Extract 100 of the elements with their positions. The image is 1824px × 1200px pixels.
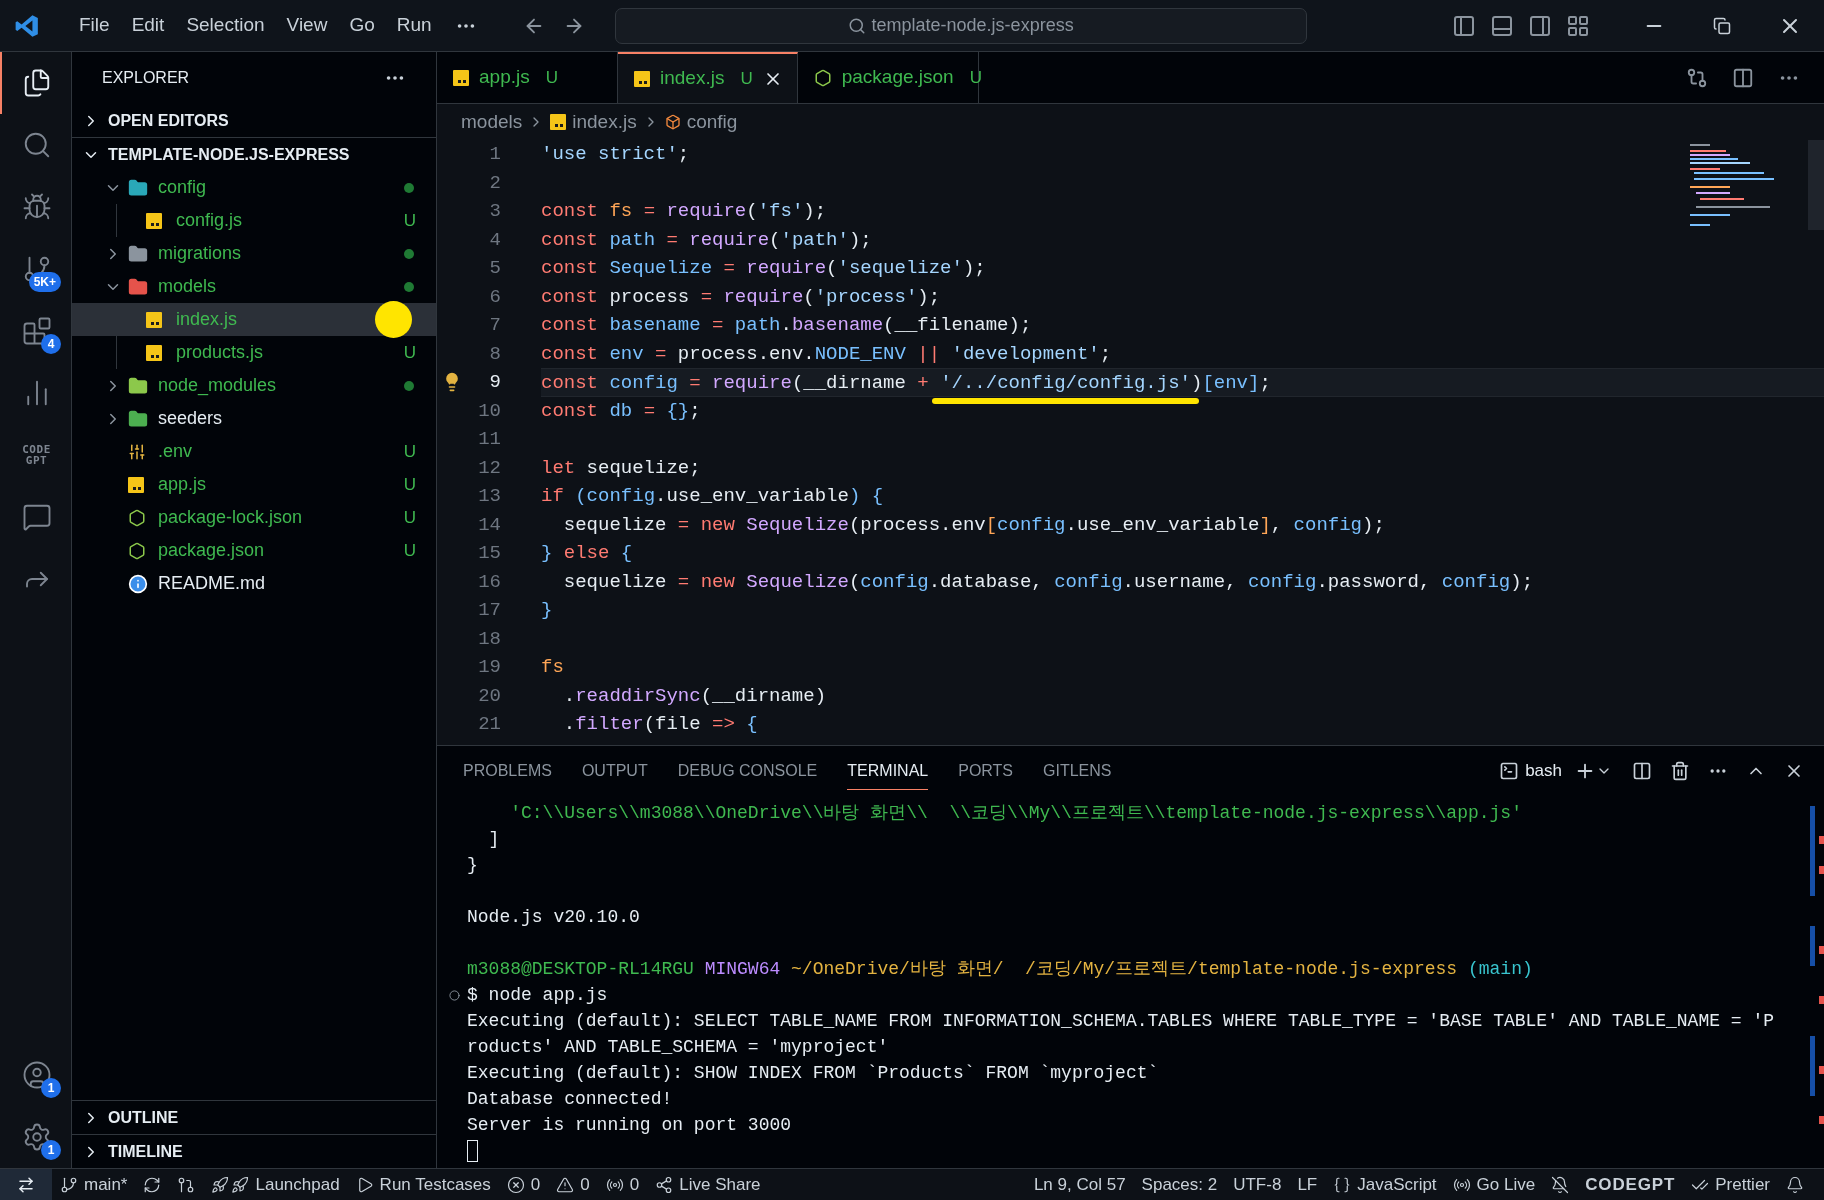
- sidebar-title: EXPLORER: [102, 68, 190, 88]
- section-header[interactable]: TEMPLATE-NODE.JS-EXPRESS: [72, 138, 436, 171]
- terminal-line: }: [467, 854, 478, 877]
- restore-icon[interactable]: [1713, 16, 1731, 35]
- section-header[interactable]: TIMELINE: [72, 1135, 436, 1168]
- menu-item[interactable]: View: [275, 11, 339, 40]
- panel-tab[interactable]: DEBUG CONSOLE: [677, 752, 818, 790]
- line-number: 21: [477, 712, 501, 737]
- status-item[interactable]: Spaces: 2: [1133, 1169, 1226, 1200]
- tree-item[interactable]: index.js: [72, 303, 436, 336]
- line-number: 1: [488, 142, 501, 167]
- code-line: let sequelize;: [541, 455, 701, 481]
- branch-icon: [60, 1175, 78, 1194]
- layout-icon[interactable]: [1566, 13, 1590, 38]
- status-item[interactable]: CODEGPT: [1577, 1169, 1684, 1200]
- status-item[interactable]: Launchpad: [203, 1169, 348, 1200]
- editor-tab[interactable]: index.js U: [618, 52, 798, 103]
- menu-item[interactable]: Edit: [120, 11, 176, 40]
- file-name: node_modules: [158, 374, 277, 398]
- status-item[interactable]: Live Share: [647, 1169, 769, 1200]
- braces-icon: [1333, 1175, 1352, 1194]
- line-number: 4: [488, 227, 501, 253]
- remote-button[interactable]: [0, 1169, 52, 1200]
- line-number: 17: [477, 598, 501, 623]
- trash-icon[interactable]: [1670, 761, 1690, 781]
- menu-item[interactable]: Selection: [175, 11, 276, 40]
- menu-item[interactable]: Go: [338, 11, 386, 40]
- git-status: U: [403, 209, 416, 232]
- count-badge: 1: [41, 1140, 61, 1160]
- git-status: U: [403, 473, 416, 496]
- sliders-icon: [128, 442, 146, 461]
- terminal-line: ]: [487, 828, 500, 851]
- folder-icon: [128, 276, 148, 297]
- panel-tab[interactable]: OUTPUT: [581, 752, 648, 790]
- status-item[interactable]: Go Live: [1444, 1169, 1544, 1200]
- section-header[interactable]: OPEN EDITORS: [72, 104, 436, 137]
- share-icon: [655, 1175, 674, 1194]
- status-item[interactable]: 0: [597, 1169, 648, 1200]
- secondary-sidebar-icon[interactable]: [1528, 13, 1552, 38]
- terminal-name[interactable]: bash: [1525, 758, 1562, 784]
- tree-item[interactable]: config.js U: [72, 204, 436, 237]
- status-item[interactable]: main*: [52, 1169, 136, 1200]
- js-file-icon: [634, 70, 650, 87]
- menu-item[interactable]: File: [68, 11, 121, 40]
- terminal-line: Executing (default): SELECT TABLE_NAME FROM INFORMATION_SCHEMA.TABLES WHERE TABLE_TYPE = 'BASE TABLE' AND TABLE_NAME = 'P: [467, 1010, 1774, 1033]
- code-line: const basename = path.basename(__filename);: [541, 313, 1032, 338]
- status-item[interactable]: 0: [498, 1169, 549, 1200]
- section-header[interactable]: OUTLINE: [72, 1101, 436, 1134]
- file-name: .env: [158, 440, 193, 463]
- tree-item[interactable]: .env U: [72, 435, 436, 468]
- line-number: 18: [477, 626, 501, 652]
- js-file-icon: [453, 69, 469, 86]
- breadcrumb-item[interactable]: config: [686, 107, 738, 137]
- bug-icon[interactable]: [21, 192, 52, 222]
- section-title: TIMELINE: [108, 1141, 183, 1162]
- breadcrumb-item[interactable]: models: [461, 107, 523, 137]
- line-number: 13: [477, 484, 501, 509]
- tree-item[interactable]: node_modules: [72, 369, 436, 402]
- sync-icon: [143, 1175, 162, 1194]
- tree-item[interactable]: seeders: [72, 402, 436, 435]
- status-item[interactable]: LF: [1289, 1169, 1326, 1200]
- file-name: migrations: [158, 242, 242, 265]
- tree-item[interactable]: products.js U: [72, 336, 436, 369]
- tree-item[interactable]: package.json U: [72, 534, 436, 567]
- compare-icon[interactable]: [1686, 66, 1708, 89]
- code-line: .filter(file => {: [562, 712, 758, 737]
- panel-toggle-icon[interactable]: [1490, 13, 1514, 38]
- status-item[interactable]: Ln 9, Col 57: [1025, 1169, 1134, 1200]
- status-item[interactable]: Run Testcases: [347, 1169, 499, 1200]
- notifications-icon: [1786, 1175, 1804, 1194]
- tree-item[interactable]: models: [72, 270, 436, 303]
- sidebar-toggle-icon[interactable]: [1452, 13, 1476, 38]
- status-item[interactable]: Prettier: [1683, 1169, 1778, 1200]
- tree-item[interactable]: README.md: [72, 567, 436, 600]
- tree-item[interactable]: config: [72, 171, 436, 204]
- split-terminal-icon[interactable]: [1632, 761, 1652, 781]
- status-item[interactable]: UTF-8: [1225, 1169, 1290, 1200]
- code-line: const fs = require('fs');: [541, 199, 827, 224]
- account-icon[interactable]: [21, 1060, 52, 1090]
- panel-tab[interactable]: PORTS: [958, 752, 1014, 790]
- panel-tab[interactable]: TERMINAL: [847, 752, 929, 790]
- tree-item[interactable]: app.js U: [72, 468, 436, 501]
- folder-icon: [128, 375, 148, 396]
- codegpt-logo[interactable]: CODE GPT: [16, 444, 57, 466]
- menu-item[interactable]: Run: [385, 11, 443, 40]
- panel-tab[interactable]: GITLENS: [1043, 752, 1112, 790]
- code-line: const config = require(__dirname + '/../config/config.js')[env];: [541, 369, 1271, 396]
- tree-item[interactable]: migrations: [72, 237, 436, 270]
- status-item[interactable]: 0: [548, 1169, 598, 1200]
- command-center[interactable]: template-node.js-express: [614, 7, 1307, 44]
- bell-off-icon: [1551, 1175, 1570, 1194]
- chat-icon[interactable]: [21, 502, 52, 532]
- status-item[interactable]: JavaScript: [1325, 1169, 1445, 1200]
- tree-item[interactable]: package-lock.json U: [72, 501, 436, 534]
- code-line: } else {: [541, 541, 633, 566]
- code-line: 'use strict';: [541, 142, 690, 167]
- line-number: 11: [477, 427, 501, 452]
- panel-tab[interactable]: PROBLEMS: [463, 752, 552, 790]
- breadcrumb-item[interactable]: index.js: [572, 107, 637, 137]
- split-editor-icon[interactable]: [1732, 66, 1754, 89]
